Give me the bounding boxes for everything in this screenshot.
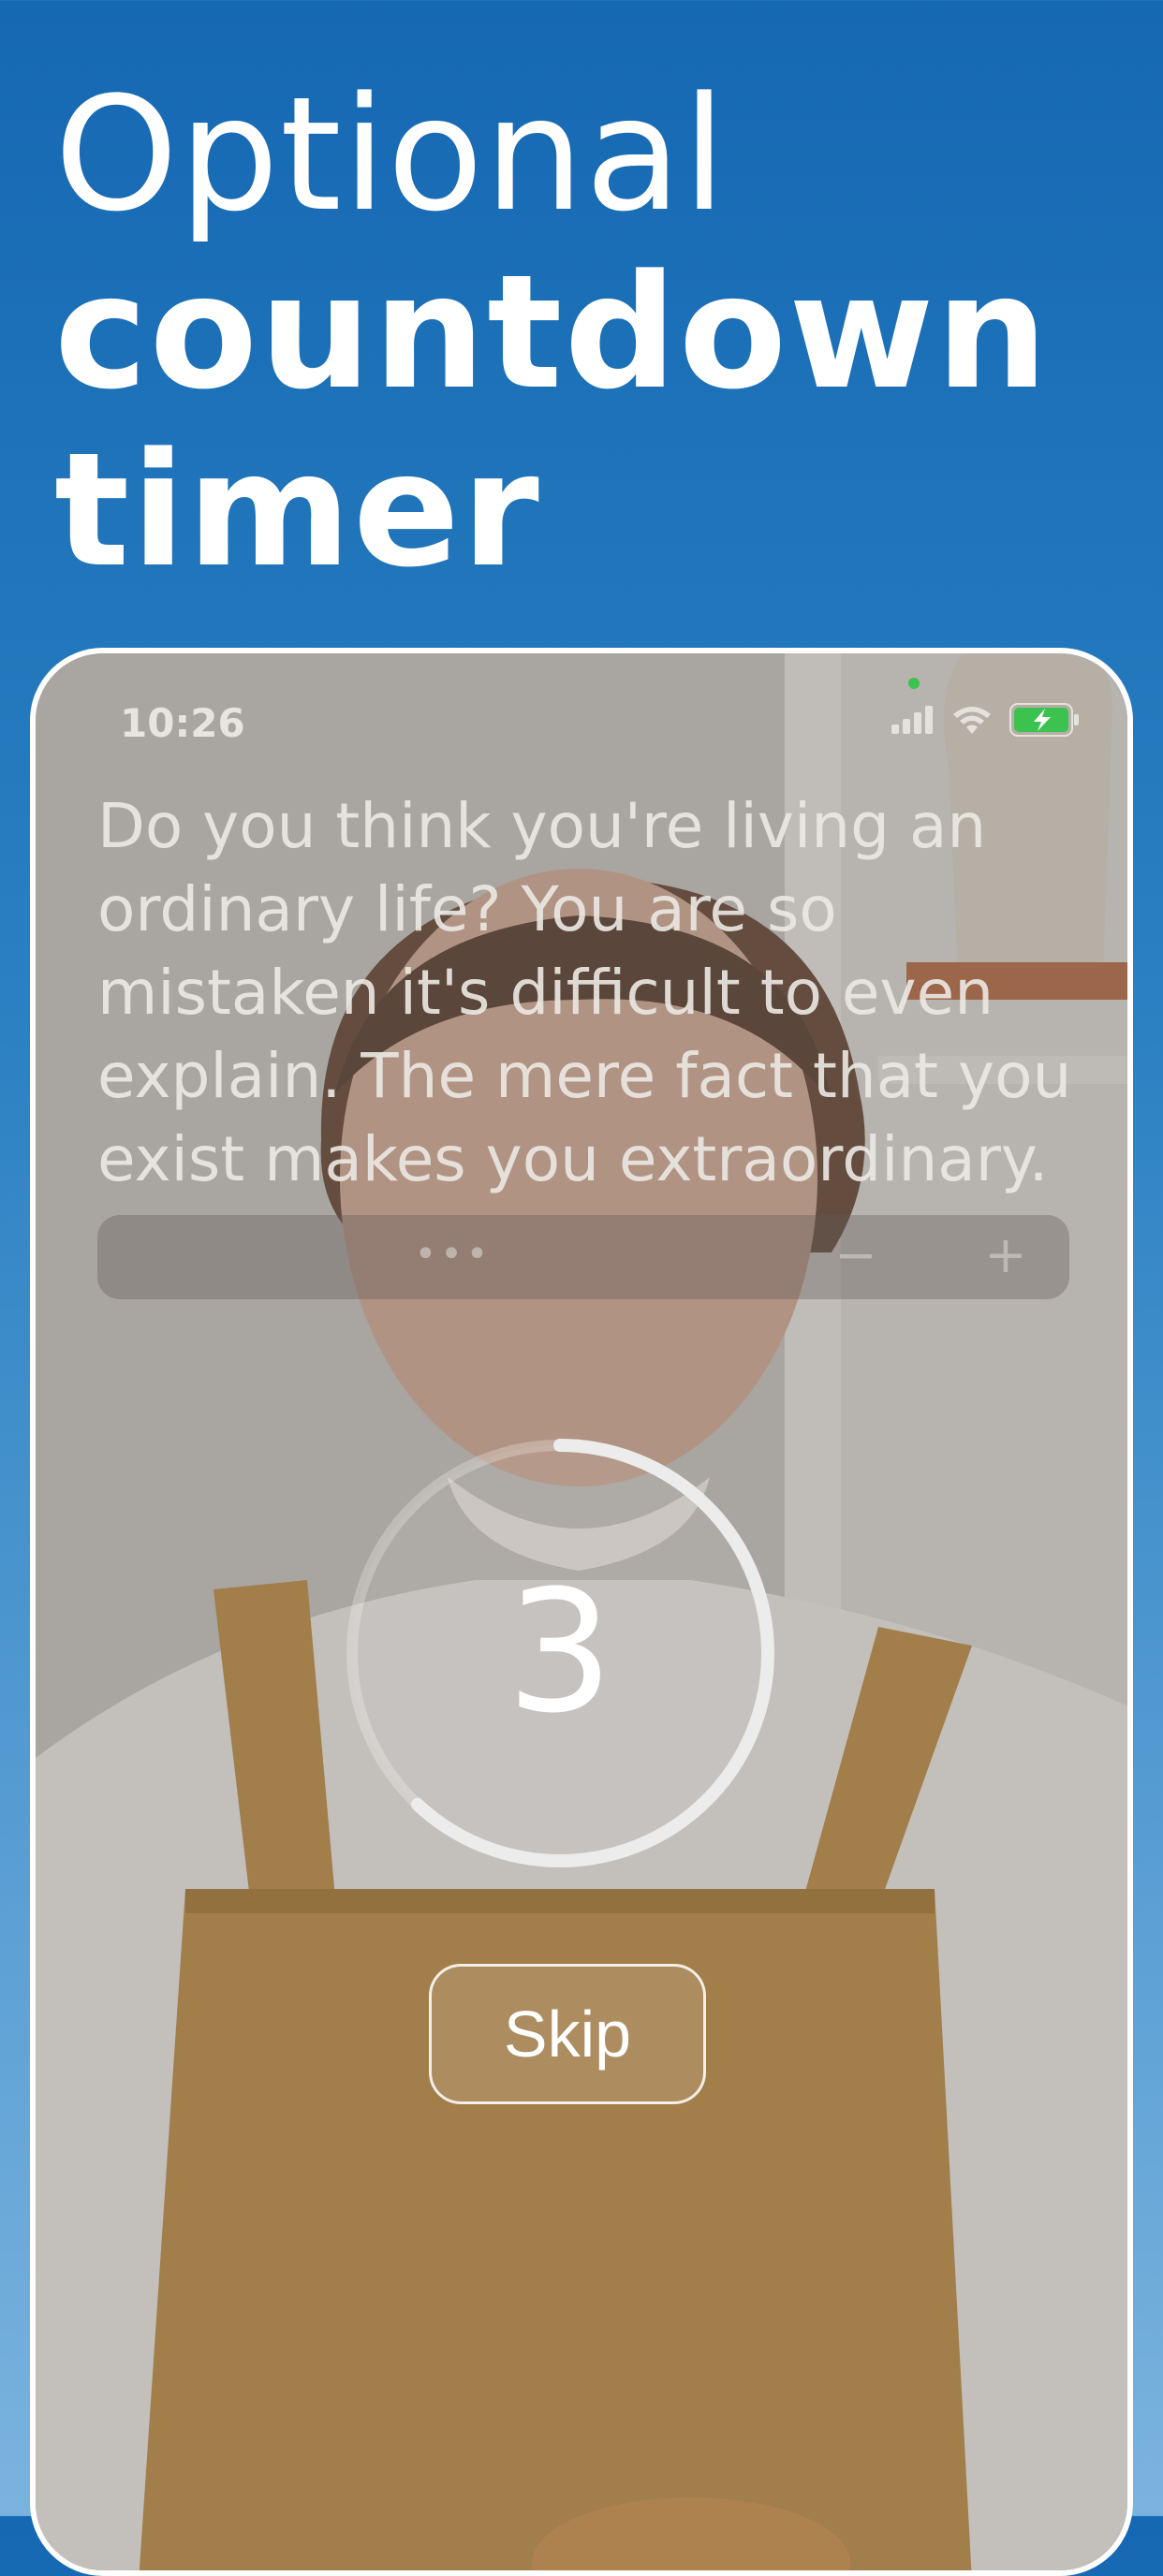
countdown-number: 3 <box>506 1555 614 1750</box>
headline-line-timer: timer <box>54 418 541 602</box>
skip-button[interactable]: Skip <box>429 1964 706 2104</box>
decrease-button[interactable]: − <box>809 1224 903 1290</box>
battery-charging-icon <box>1009 703 1079 737</box>
status-icons <box>891 698 1081 741</box>
editor-toolbar: ••• − + <box>97 1215 1069 1299</box>
quote-text: Do you think you're living an ordinary l… <box>97 790 1072 1195</box>
cellular-signal-icon <box>891 706 933 734</box>
status-time: 10:26 <box>120 700 245 746</box>
more-options-button[interactable]: ••• <box>406 1232 500 1282</box>
headline-line-countdown: countdown <box>54 241 1050 424</box>
headline: Optional countdown timer <box>54 66 1050 599</box>
countdown-timer: 3 <box>345 1438 775 1868</box>
headline-line-optional: Optional <box>54 63 728 246</box>
camera-indicator-icon <box>908 678 920 689</box>
wifi-icon <box>953 707 991 734</box>
phone-screen: 10:26 Do you think you're living an ordi… <box>30 648 1133 2576</box>
increase-button[interactable]: + <box>968 1224 1043 1290</box>
